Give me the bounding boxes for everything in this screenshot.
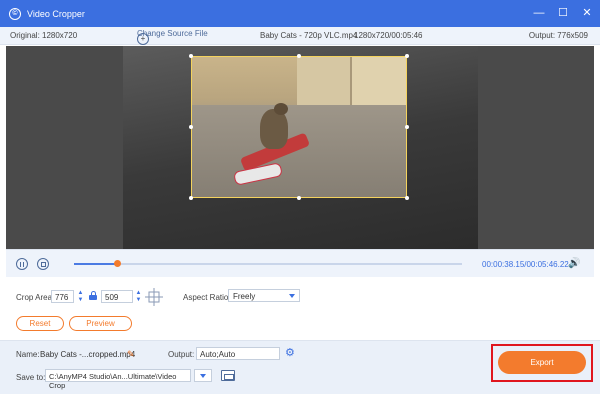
scene-door [297, 57, 352, 107]
chevron-down-icon[interactable]: ▼ [136, 297, 142, 303]
gear-icon[interactable]: ⚙ [285, 348, 295, 359]
source-resolution-duration: 1280x720/00:05:46 [354, 31, 423, 40]
crop-handle-bottom-right[interactable] [405, 196, 409, 200]
seek-thumb[interactable] [113, 260, 121, 267]
chevron-down-icon [200, 374, 206, 378]
chevron-down-icon [289, 294, 295, 298]
pause-icon [20, 261, 24, 267]
scene-door-2 [352, 57, 406, 109]
change-source-button[interactable]: + Change Source File [137, 29, 208, 45]
crop-handle-left[interactable] [189, 125, 193, 129]
crop-handle-top[interactable] [297, 54, 301, 58]
stop-icon [40, 261, 46, 267]
seek-slider[interactable] [74, 260, 462, 267]
reset-button[interactable]: Reset [16, 316, 64, 331]
crosshair-icon[interactable] [145, 288, 163, 306]
aspect-ratio-value: Freely [233, 292, 256, 301]
crop-handle-bottom-left[interactable] [189, 196, 193, 200]
aspect-ratio-label: Aspect Ratio: [183, 293, 231, 302]
playback-time: 00:00:38.15/00:05:46.22 [482, 260, 569, 269]
window-controls: — ☐ ✕ [532, 6, 594, 20]
output-name: Baby Cats -...cropped.mp4 [40, 350, 136, 359]
info-bar: Original: 1280x720 + Change Source File … [0, 27, 600, 45]
name-label: Name: [16, 350, 40, 359]
lock-icon[interactable] [89, 291, 97, 300]
output-format-field[interactable]: Auto;Auto [196, 347, 280, 360]
scene-cat [260, 109, 288, 149]
chevron-down-icon[interactable]: ▼ [78, 297, 84, 303]
stop-button[interactable] [37, 258, 49, 270]
chevron-up-icon[interactable]: ▲ [78, 290, 84, 296]
crop-handle-right[interactable] [405, 125, 409, 129]
pencil-icon[interactable]: ✎ [127, 349, 137, 359]
preview-button[interactable]: Preview [69, 316, 132, 331]
folder-icon[interactable] [221, 370, 235, 381]
source-file-name: Baby Cats - 720p VLC.mp4 [260, 31, 358, 40]
pause-button[interactable] [16, 258, 28, 270]
crop-region[interactable] [191, 56, 407, 198]
scene-cat-head [274, 103, 288, 115]
crop-handle-bottom[interactable] [297, 196, 301, 200]
maximize-icon[interactable]: ☐ [556, 6, 570, 20]
volume-icon[interactable]: 🔊 [568, 259, 580, 269]
crop-width-input[interactable]: 776 [51, 290, 74, 303]
crop-area-label: Crop Area: [16, 293, 55, 302]
close-icon[interactable]: ✕ [580, 6, 594, 20]
export-button[interactable]: Export [498, 351, 586, 374]
crop-handle-top-right[interactable] [405, 54, 409, 58]
save-path-dropdown[interactable] [194, 369, 212, 382]
crop-height-input[interactable]: 509 [101, 290, 133, 303]
plus-circle-icon: + [137, 33, 149, 45]
save-to-label: Save to: [16, 373, 46, 382]
title-bar: © Video Cropper — ☐ ✕ [0, 0, 600, 27]
width-stepper[interactable]: ▲ ▼ [77, 290, 84, 303]
scene-floor [192, 105, 406, 197]
output-label: Output: [168, 350, 195, 359]
original-resolution: Original: 1280x720 [10, 31, 78, 40]
height-stepper[interactable]: ▲ ▼ [135, 290, 142, 303]
save-path-field[interactable]: C:\AnyMP4 Studio\An...Ultimate\Video Cro… [45, 369, 191, 390]
playback-bar: 00:00:38.15/00:05:46.22 🔊 [6, 249, 594, 277]
video-preview [6, 46, 594, 249]
output-size: Output: 776x509 [528, 31, 588, 40]
logo-icon: © [9, 7, 21, 20]
crop-handle-top-left[interactable] [189, 54, 193, 58]
seek-progress [74, 263, 117, 265]
minimize-icon[interactable]: — [532, 6, 546, 20]
aspect-ratio-select[interactable]: Freely [228, 289, 300, 302]
window-title: Video Cropper [27, 8, 85, 19]
chevron-up-icon[interactable]: ▲ [136, 290, 142, 296]
